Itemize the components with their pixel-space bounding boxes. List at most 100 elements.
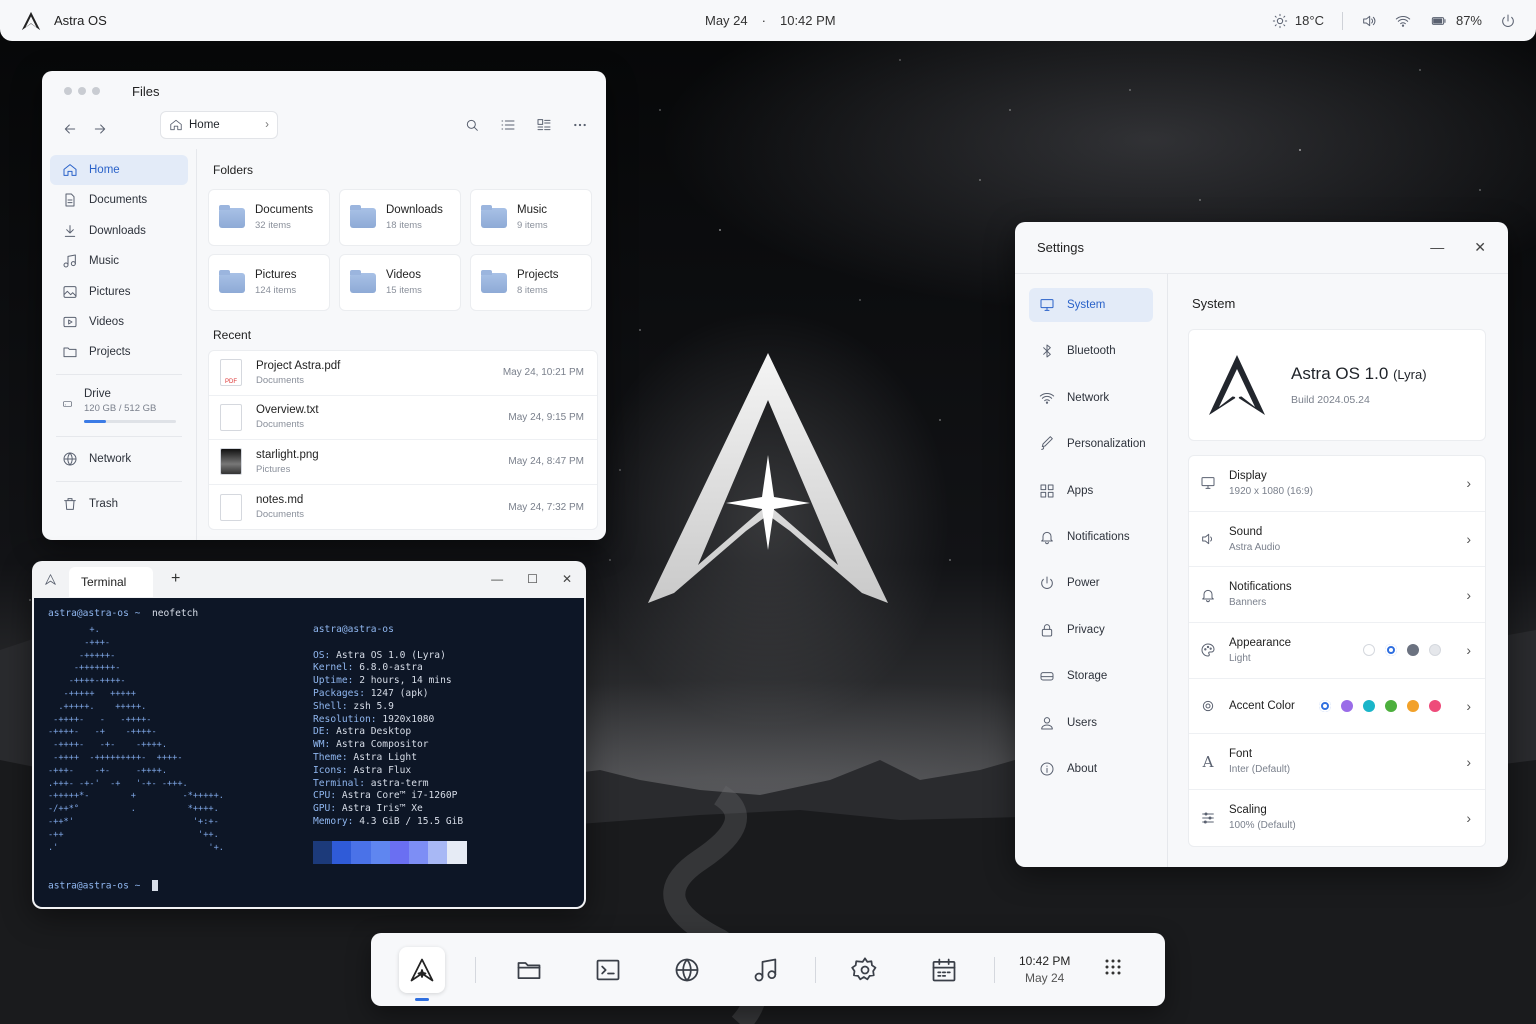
dock-app-settings[interactable] <box>842 947 888 993</box>
nav-item-system[interactable]: System <box>1029 288 1153 322</box>
nav-item-users[interactable]: Users <box>1029 706 1153 740</box>
sidebar-item-projects[interactable]: Projects <box>50 337 188 367</box>
window-dots[interactable] <box>64 87 100 95</box>
close-icon[interactable]: ✕ <box>1474 239 1486 256</box>
folder-tile[interactable]: Music 9 items <box>470 189 592 246</box>
folder-icon <box>350 204 376 228</box>
weather-indicator[interactable]: 18°C <box>1272 13 1324 29</box>
folder-tile[interactable]: Projects 8 items <box>470 254 592 311</box>
dock-clock[interactable]: 10:42 PM May 24 <box>1019 953 1070 987</box>
terminal-output[interactable]: astra@astra-os ~ neofetch +. -+++- -++++… <box>34 598 584 907</box>
settings-row-notifications[interactable]: Notifications Banners › <box>1189 567 1485 624</box>
file-location: Documents <box>256 419 305 431</box>
battery-indicator[interactable]: 87% <box>1429 13 1482 29</box>
dock-app-calendar[interactable] <box>921 947 967 993</box>
color-swatch[interactable] <box>1385 700 1398 713</box>
color-swatch[interactable] <box>1363 644 1376 657</box>
list-item[interactable]: PDF Project Astra.pdf Documents May 24, 10:… <box>209 351 597 396</box>
app-grid-button[interactable] <box>1104 958 1122 981</box>
terminal-prompt: astra@astra-os ~ <box>48 880 141 892</box>
topbar-separator: · <box>761 13 766 28</box>
address-bar[interactable]: Home › <box>160 111 278 139</box>
back-arrow-icon[interactable] <box>62 121 78 137</box>
folder-tile[interactable]: Downloads 18 items <box>339 189 461 246</box>
nav-item-about[interactable]: About <box>1029 752 1153 786</box>
list-item[interactable]: starlight.png Pictures May 24, 8:47 PM <box>209 440 597 485</box>
nav-item-apps[interactable]: Apps <box>1029 474 1153 508</box>
color-swatch[interactable] <box>1363 700 1376 713</box>
settings-row-sound[interactable]: Sound Astra Audio › <box>1189 512 1485 568</box>
nav-item-notifications[interactable]: Notifications <box>1029 520 1153 554</box>
topbar-clock[interactable]: May 24 · 10:42 PM <box>705 13 836 28</box>
settings-row-appearance[interactable]: Appearance Light › <box>1189 623 1485 679</box>
settings-row-font[interactable]: A Font Inter (Default) › <box>1189 734 1485 791</box>
power-icon[interactable] <box>1500 13 1516 29</box>
info-line: OS: Astra OS 1.0 (Lyra) <box>313 650 463 663</box>
info-line: Icons: Astra Flux <box>313 765 463 778</box>
nav-item-privacy[interactable]: Privacy <box>1029 613 1153 647</box>
nav-item-bluetooth[interactable]: Bluetooth <box>1029 334 1153 368</box>
close-icon[interactable]: ✕ <box>562 572 572 586</box>
list-item[interactable]: Overview.txt Documents May 24, 9:15 PM <box>209 396 597 441</box>
nav-item-personalization[interactable]: Personalization <box>1029 427 1153 461</box>
dock-divider <box>815 956 816 983</box>
info-key: Terminal: <box>313 777 365 789</box>
nav-item-power[interactable]: Power <box>1029 566 1153 600</box>
list-item[interactable]: notes.md Documents May 24, 7:32 PM <box>209 485 597 530</box>
folder-icon <box>481 204 507 228</box>
folder-name: Pictures <box>255 269 297 281</box>
sidebar-item-downloads[interactable]: Downloads <box>50 216 188 246</box>
color-swatch[interactable] <box>1429 644 1442 657</box>
sidebar-item-home[interactable]: Home <box>50 155 188 185</box>
sidebar-item-videos[interactable]: Videos <box>50 307 188 337</box>
folder-tile[interactable]: Pictures 124 items <box>208 254 330 311</box>
nav-item-storage[interactable]: Storage <box>1029 659 1153 693</box>
more-icon[interactable] <box>572 117 588 133</box>
os-version: Astra OS 1.0 <box>1291 364 1389 383</box>
sidebar-item-pictures[interactable]: Pictures <box>50 277 188 307</box>
new-tab-button[interactable]: + <box>171 570 180 588</box>
minimize-icon[interactable]: — <box>1430 239 1444 256</box>
sidebar-item-music[interactable]: Music <box>50 246 188 276</box>
dock-app-files[interactable] <box>506 947 552 993</box>
settings-row-accent-color[interactable]: Accent Color › <box>1189 679 1485 735</box>
recent-list: PDF Project Astra.pdf Documents May 24, 10:… <box>208 350 598 531</box>
tab-terminal[interactable]: Terminal <box>69 567 153 597</box>
file-name: Overview.txt <box>256 404 319 417</box>
sidebar-item-documents[interactable]: Documents <box>50 185 188 215</box>
grid-view-icon[interactable] <box>536 117 552 133</box>
dock-app-launcher[interactable] <box>399 946 445 1001</box>
sidebar-item-trash[interactable]: Trash <box>50 489 188 519</box>
sidebar-item-network[interactable]: Network <box>50 444 188 474</box>
dock-app-terminal[interactable] <box>585 947 631 993</box>
list-view-icon[interactable] <box>500 117 516 133</box>
folder-tile[interactable]: Documents 32 items <box>208 189 330 246</box>
dock-app-music[interactable] <box>743 947 789 993</box>
color-swatch[interactable] <box>1407 644 1420 657</box>
forward-arrow-icon[interactable] <box>92 121 108 137</box>
wifi-icon[interactable] <box>1395 13 1411 29</box>
volume-icon[interactable] <box>1361 13 1377 29</box>
minimize-icon[interactable]: — <box>491 572 503 586</box>
color-swatch[interactable] <box>1385 644 1398 657</box>
folder-tile[interactable]: Videos 15 items <box>339 254 461 311</box>
row-title: Accent Color <box>1229 700 1295 713</box>
nav-label: Personalization <box>1067 438 1146 451</box>
color-swatch[interactable] <box>1341 700 1354 713</box>
search-icon[interactable] <box>464 117 480 133</box>
palette-swatch <box>408 841 429 864</box>
astra-logo-icon <box>20 10 42 32</box>
settings-row-display[interactable]: Display 1920 x 1080 (16:9) › <box>1189 456 1485 512</box>
color-swatch[interactable] <box>1407 700 1420 713</box>
maximize-icon[interactable]: ☐ <box>527 572 538 586</box>
folder-name: Downloads <box>386 204 443 216</box>
row-title: Notifications <box>1229 581 1292 594</box>
topbar-brand[interactable]: Astra OS <box>20 10 107 32</box>
color-swatch[interactable] <box>1429 700 1442 713</box>
settings-row-scaling[interactable]: Scaling 100% (Default) › <box>1189 790 1485 846</box>
nav-item-network[interactable]: Network <box>1029 381 1153 415</box>
dock-app-browser[interactable] <box>664 947 710 993</box>
color-swatch[interactable] <box>1319 700 1332 713</box>
terminal-icon <box>596 959 620 980</box>
sidebar-item-drive[interactable]: Drive 120 GB / 512 GB <box>50 382 188 429</box>
